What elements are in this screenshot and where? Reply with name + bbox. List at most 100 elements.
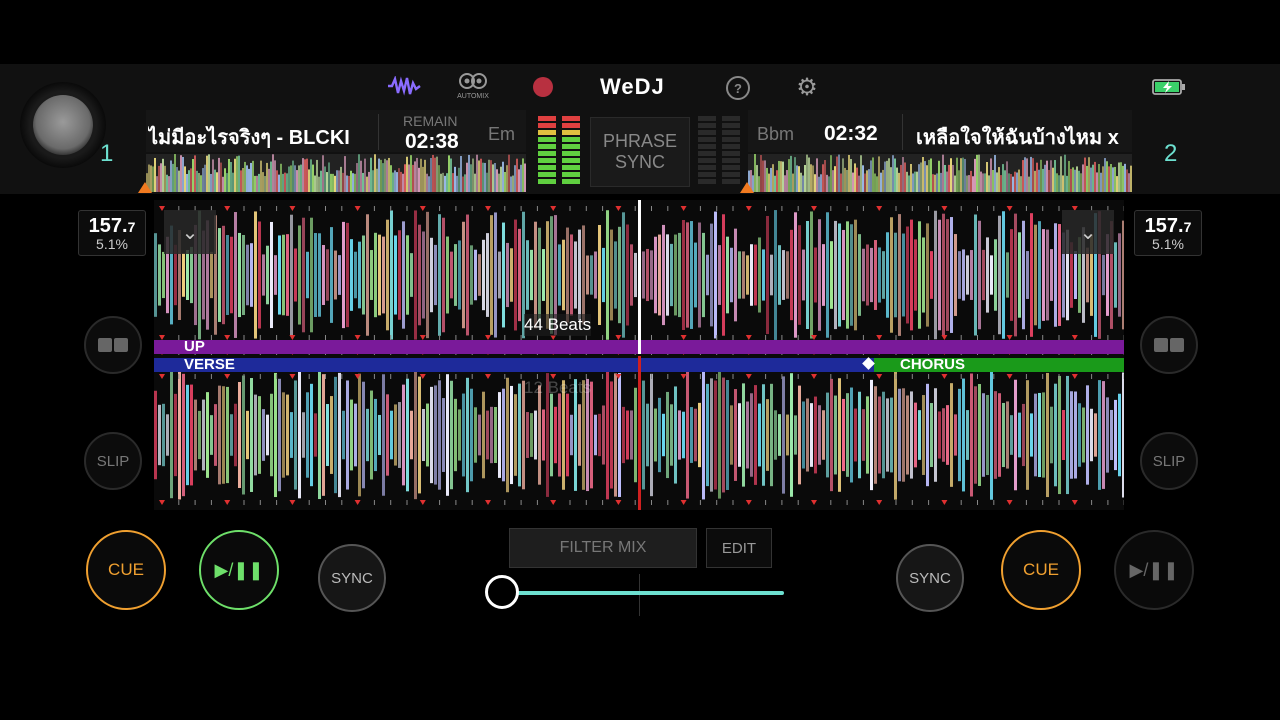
beat-tick: [745, 500, 752, 505]
deck1-sync-button[interactable]: SYNC: [318, 544, 386, 612]
overview-bar: [852, 172, 854, 192]
overview-bar: [944, 164, 946, 192]
deck1-slip-button[interactable]: SLIP: [84, 432, 142, 490]
overview-bar: [222, 176, 224, 192]
deck2-bpm-display[interactable]: 157.7 5.1%: [1134, 210, 1202, 256]
overview-bar: [1018, 169, 1020, 192]
beat-tick: [569, 500, 571, 505]
overview-bar: [1042, 168, 1044, 192]
automix-button[interactable]: AUTOMIX: [455, 72, 491, 104]
overview-bar: [432, 154, 434, 192]
deck2-pad-mode-button[interactable]: [1140, 316, 1198, 374]
beat-tick: [243, 206, 245, 211]
beat-tick: [699, 206, 701, 211]
edit-button[interactable]: EDIT: [706, 528, 772, 568]
deck1-cue-button[interactable]: CUE: [86, 530, 166, 610]
deck1-track-title: ไม่มีอะไรจริงๆ - BLCKI: [148, 127, 350, 149]
deck1-overview-waveform[interactable]: [146, 154, 526, 192]
help-icon[interactable]: ?: [726, 76, 750, 100]
overview-bar: [500, 166, 502, 192]
beat-tick: [455, 500, 457, 505]
overview-bar: [466, 162, 468, 192]
overview-bar: [886, 160, 888, 192]
overview-bar: [476, 154, 478, 192]
overview-bar: [524, 163, 526, 192]
deck2-slip-button[interactable]: SLIP: [1140, 432, 1198, 490]
beat-tick: [846, 500, 848, 505]
beat-tick: [797, 374, 799, 379]
phrase-sync-button[interactable]: PHRASE SYNC: [590, 117, 690, 187]
beat-tick: [846, 206, 848, 211]
overview-bar: [304, 159, 306, 192]
beat-tick: [941, 374, 948, 379]
overview-bar: [282, 173, 284, 192]
overview-bar: [156, 176, 158, 192]
crossfader-track[interactable]: [504, 591, 784, 595]
deck2-play-pause-button[interactable]: ▶/❚❚: [1114, 530, 1194, 610]
deck2-sync-button[interactable]: SYNC: [896, 544, 964, 612]
overview-bar: [766, 167, 768, 192]
deck1-collapse-button[interactable]: ⌄: [164, 210, 216, 254]
deck2-key: Bbm: [757, 124, 795, 144]
deck1-play-pause-button[interactable]: ▶/❚❚: [199, 530, 279, 610]
meter-segment: [698, 151, 716, 156]
deck1-level-meter: [538, 116, 580, 188]
deck1-bpm-display[interactable]: 157.7 5.1%: [78, 210, 146, 256]
overview-bar: [964, 158, 966, 192]
overview-bar: [238, 155, 240, 192]
meter-segment: [538, 137, 556, 142]
overview-bar: [792, 173, 794, 192]
overview-bar: [764, 160, 766, 192]
overview-bar: [248, 168, 250, 192]
gear-icon[interactable]: ⚙: [794, 74, 820, 101]
overview-bar: [262, 172, 264, 192]
overview-bar: [1030, 156, 1032, 192]
overview-bar: [826, 174, 828, 192]
filter-mix-button[interactable]: FILTER MIX: [509, 528, 697, 568]
deck2-verse-label: VERSE: [184, 356, 235, 373]
chevron-down-icon: ⌄: [181, 221, 199, 244]
overview-bar: [982, 173, 984, 192]
overview-bar: [970, 170, 972, 192]
beat-tick: [1025, 206, 1027, 211]
crossfader-handle[interactable]: [485, 575, 519, 609]
overview-bar: [196, 170, 198, 192]
meter-segment: [562, 158, 580, 163]
deck2-overview-waveform[interactable]: [748, 154, 1132, 192]
overview-bar: [226, 173, 228, 192]
overview-bar: [518, 169, 520, 192]
overview-bar: [1048, 169, 1050, 192]
overview-bar: [310, 159, 312, 192]
overview-bar: [288, 166, 290, 192]
jog-knob[interactable]: [20, 82, 106, 168]
overview-bar: [328, 162, 330, 192]
beat-tick: [210, 500, 212, 505]
deck2-cue-button[interactable]: CUE: [1001, 530, 1081, 610]
deck2-collapse-button[interactable]: ⌄: [1062, 210, 1114, 254]
overview-bar: [928, 159, 930, 192]
meter-segment: [538, 144, 556, 149]
beat-tick: [243, 500, 245, 505]
overview-bar: [362, 172, 364, 192]
overview-bar: [1002, 164, 1004, 192]
overview-bar: [336, 170, 338, 192]
waveform-panel[interactable]: ⌄ ⌄ UP VERSE CHORUS 44 Beats 12 Beats: [154, 200, 1124, 510]
overview-bar: [974, 158, 976, 192]
overview-bar: [438, 165, 440, 192]
overview-bar: [400, 171, 402, 192]
overview-bar: [842, 158, 844, 192]
record-icon[interactable]: [533, 77, 553, 97]
overview-bar: [1044, 164, 1046, 192]
waveform-icon[interactable]: [386, 74, 422, 98]
beat-tick: [634, 500, 636, 505]
beat-tick: [811, 206, 817, 211]
beat-tick: [259, 374, 261, 379]
overview-bar: [774, 175, 776, 192]
meter-segment: [538, 165, 556, 170]
deck1-pad-mode-button[interactable]: [84, 316, 142, 374]
beat-tick: [1042, 206, 1044, 211]
beat-tick: [406, 206, 408, 211]
overview-bar: [468, 154, 470, 192]
overview-bar: [446, 173, 448, 192]
meter-segment: [538, 123, 556, 128]
